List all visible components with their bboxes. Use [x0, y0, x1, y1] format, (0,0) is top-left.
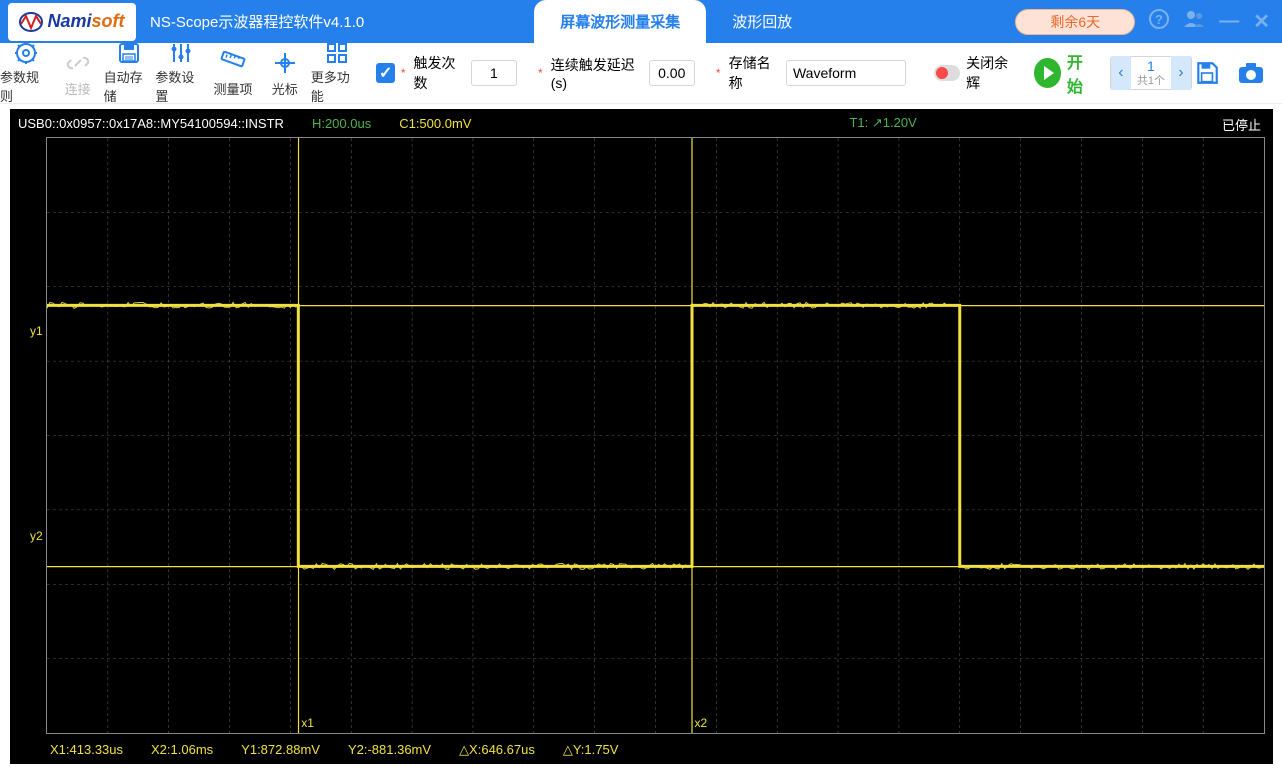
cont-delay-label: 连续触发延迟(s) [551, 55, 643, 91]
trial-button[interactable]: 剩余6天 [1015, 9, 1135, 35]
readout-x1: X1:413.33us [50, 742, 123, 758]
help-icon[interactable]: ? [1149, 9, 1169, 35]
required-star: * [401, 66, 406, 80]
oscilloscope-display: USB0::0x0957::0x17A8::MY54100594::INSTR … [10, 109, 1273, 764]
tab-capture[interactable]: 屏幕波形测量采集 [534, 0, 706, 43]
cont-delay-input[interactable] [649, 60, 695, 86]
start-button[interactable]: 开始 [1034, 49, 1096, 97]
tool-more[interactable]: 更多功能 [311, 45, 363, 101]
persistence-label: 关闭余辉 [966, 53, 1017, 93]
close-icon[interactable]: ✕ [1253, 9, 1270, 34]
screenshot-button[interactable] [1236, 58, 1266, 88]
required-star: * [538, 66, 543, 80]
scope-status: 已停止 [1222, 115, 1261, 134]
trigger-count-label: 触发次数 [413, 53, 464, 93]
trigger-count-checkbox[interactable]: ✓ [376, 63, 394, 83]
start-label: 开始 [1067, 49, 1096, 97]
tabs: 屏幕波形测量采集 波形回放 [534, 0, 818, 43]
readout-dx: △X:646.67us [459, 742, 535, 758]
persistence-toggle[interactable] [934, 65, 960, 81]
toolbar-center: ✓ * 触发次数 * 连续触发延迟(s) * 存储名称 关闭余辉 开始 ‹ 1 … [376, 49, 1192, 97]
toolbar-right [1192, 58, 1282, 88]
svg-text:?: ? [1155, 12, 1163, 27]
pager: ‹ 1 共1个 › [1110, 56, 1192, 90]
waveform-plot[interactable] [46, 137, 1265, 734]
scope-info-top: USB0::0x0957::0x17A8::MY54100594::INSTR … [18, 115, 1265, 131]
toolbar: 参数规则 连接 自动存储 参数设置 测量项 光标 更多功能 [0, 43, 1282, 104]
titlebar: Namisoft NS-Scope示波器程控软件v4.1.0 屏幕波形测量采集 … [0, 0, 1282, 43]
readout-dy: △Y:1.75V [563, 742, 619, 758]
autosave-icon [117, 41, 141, 65]
channel1-scale: C1:500.0mV [399, 116, 471, 131]
y1-cursor-label: y1 [30, 324, 43, 338]
app-title: NS-Scope示波器程控软件v4.1.0 [150, 11, 364, 32]
storage-name-label: 存储名称 [729, 53, 780, 93]
logo-text-1: Nami [47, 11, 91, 32]
pager-body: 1 共1个 [1131, 59, 1171, 86]
logo: Namisoft [8, 3, 136, 41]
readout-x2: X2:1.06ms [151, 742, 213, 758]
tool-connect[interactable]: 连接 [52, 45, 104, 101]
gear-icon [14, 41, 38, 65]
crosshair-icon [273, 49, 297, 77]
pager-total: 共1个 [1131, 75, 1171, 87]
pager-current: 1 [1131, 59, 1171, 74]
tab-playback[interactable]: 波形回放 [706, 0, 818, 43]
scope-readouts: X1:413.33us X2:1.06ms Y1:872.88mV Y2:-88… [50, 742, 618, 758]
device-string: USB0::0x0957::0x17A8::MY54100594::INSTR [18, 116, 284, 131]
x2-cursor-label: x2 [694, 716, 707, 730]
readout-y1: Y1:872.88mV [241, 742, 320, 758]
tool-autosave[interactable]: 自动存储 [104, 45, 156, 101]
storage-name-input[interactable] [786, 60, 906, 86]
grid-icon [325, 41, 349, 65]
pager-next[interactable]: › [1171, 56, 1191, 90]
minimize-icon[interactable]: — [1219, 10, 1239, 33]
y2-cursor-label: y2 [30, 529, 43, 543]
play-icon [1034, 58, 1061, 88]
sliders-icon [169, 41, 193, 65]
logo-mark-icon [19, 12, 43, 32]
trigger-count-input[interactable] [471, 60, 517, 86]
trigger-info: T1: ↗1.20V [849, 115, 916, 131]
tool-cursor[interactable]: 光标 [259, 45, 311, 101]
tool-measure[interactable]: 测量项 [207, 45, 259, 101]
link-icon [66, 49, 90, 77]
tool-param-settings[interactable]: 参数设置 [155, 45, 207, 101]
ruler-icon [220, 49, 246, 77]
required-star: * [716, 66, 721, 80]
x1-cursor-label: x1 [301, 716, 314, 730]
tool-params-rule[interactable]: 参数规则 [0, 45, 52, 101]
save-button[interactable] [1192, 58, 1222, 88]
horizontal-scale: H:200.0us [312, 116, 371, 131]
readout-y2: Y2:-881.36mV [348, 742, 431, 758]
pager-prev[interactable]: ‹ [1111, 56, 1131, 90]
user-icon[interactable] [1183, 9, 1205, 35]
logo-text-2: soft [92, 11, 125, 32]
titlebar-right: 剩余6天 ? — ✕ [1015, 9, 1282, 35]
